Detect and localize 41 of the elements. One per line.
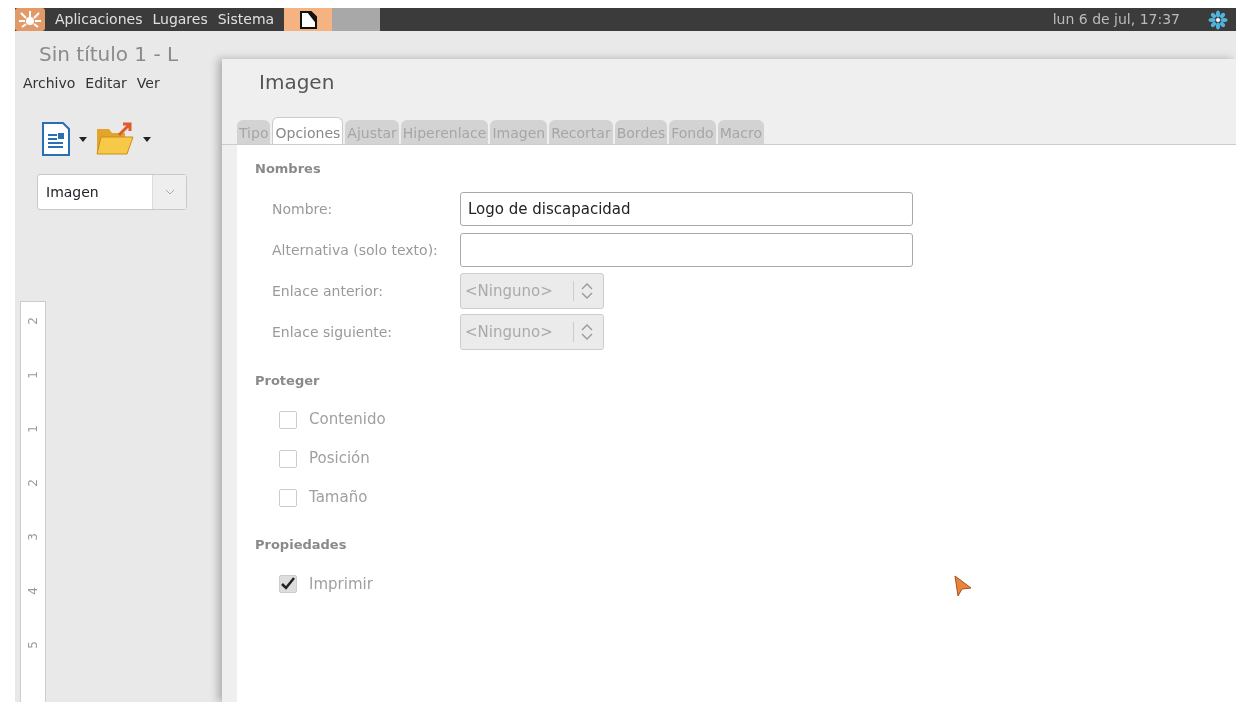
flower-icon[interactable] — [1208, 9, 1228, 30]
text-input-field[interactable] — [460, 233, 913, 267]
menu-item[interactable]: Archivo — [23, 73, 76, 111]
ruler-number: 2 — [25, 479, 41, 487]
document-icon[interactable] — [41, 121, 71, 157]
dropdown-caret-icon[interactable] — [79, 136, 87, 142]
panel-menu[interactable]: Sistema — [217, 9, 275, 30]
dropdown-caret-icon[interactable] — [143, 136, 151, 142]
ruler-number: 1 — [25, 371, 41, 379]
section-heading: Proteger — [255, 371, 321, 390]
sun-logo-icon[interactable] — [15, 8, 45, 31]
ruler-number: 2 — [25, 317, 41, 325]
ruler-number: 4 — [25, 587, 41, 595]
folder-icon[interactable] — [95, 121, 135, 157]
ruler-number: 1 — [25, 425, 41, 433]
section-heading: Nombres — [255, 160, 322, 178]
ruler-number: 3 — [25, 533, 41, 541]
checkbox-label: Contenido — [309, 409, 386, 431]
field-label: Nombre: — [271, 199, 334, 219]
panel-menu[interactable]: Lugares — [152, 9, 208, 30]
panel-menu[interactable]: Aplicaciones — [55, 9, 143, 30]
ruler-number: 5 — [25, 641, 41, 649]
window-title: Sin título 1 - L — [38, 41, 180, 68]
style-combo[interactable]: Imagen — [37, 174, 187, 210]
text-input-field[interactable]: Logo de discapacidad — [460, 192, 913, 226]
field-label: Enlace siguiente: — [271, 322, 394, 342]
menu-item[interactable]: Ver — [136, 73, 160, 111]
field-label: Alternativa (solo texto): — [271, 240, 439, 260]
checkbox-label: Posición — [309, 448, 370, 470]
menu-item[interactable]: Editar — [85, 73, 127, 111]
checkbox-label: Tamaño — [309, 487, 368, 509]
field-label: Enlace anterior: — [271, 281, 384, 301]
chevron-down-icon[interactable] — [164, 189, 175, 195]
dialog-title: Imagen — [258, 69, 336, 96]
taskbar-button[interactable] — [284, 8, 381, 31]
checkbox-label: Imprimir — [309, 573, 373, 595]
dialog-tab[interactable]: Opciones — [272, 117, 344, 144]
section-heading: Propiedades — [255, 536, 348, 554]
clock: lun 6 de jul, 17:37 — [1052, 10, 1180, 29]
document-icon — [297, 9, 320, 30]
mouse-pointer-icon — [953, 574, 973, 598]
